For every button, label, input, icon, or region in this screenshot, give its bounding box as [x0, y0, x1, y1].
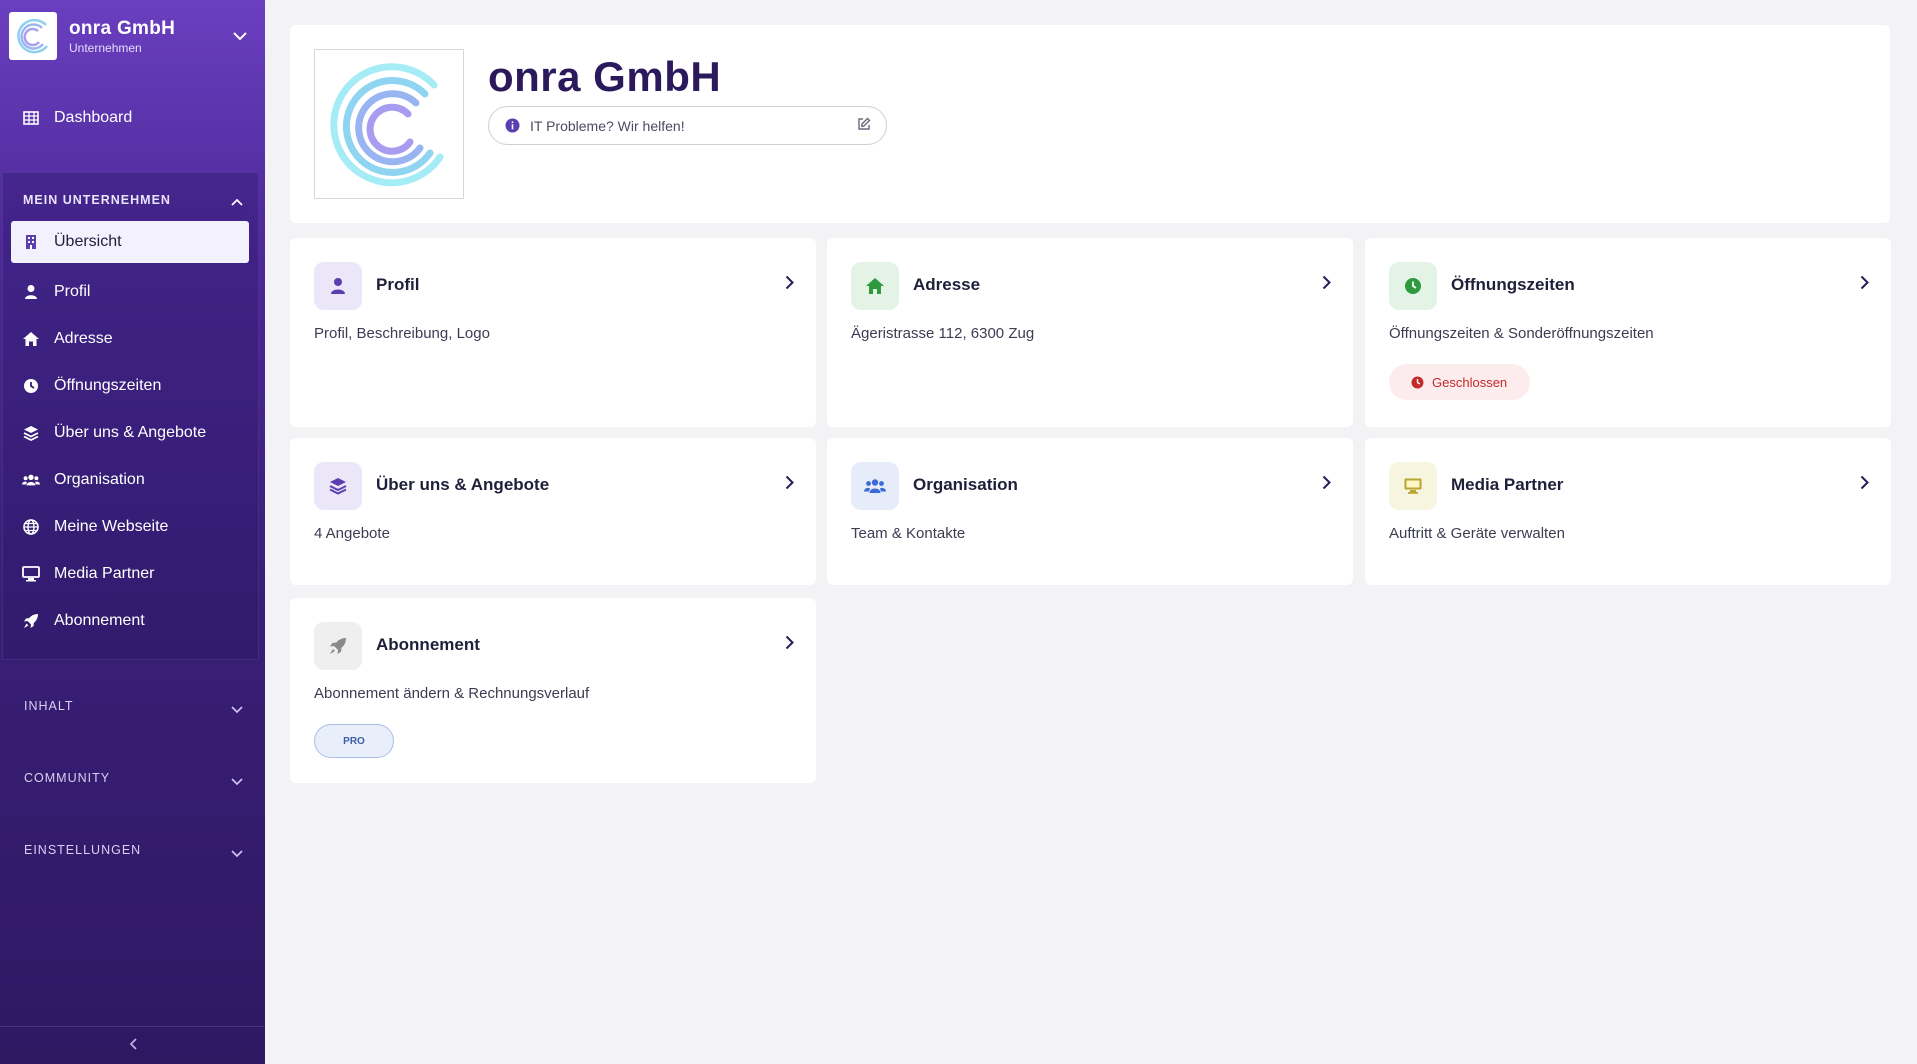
chevron-left-icon [129, 1037, 137, 1055]
tagline-text: IT Probleme? Wir helfen! [530, 117, 685, 134]
sidebar-collapse-button[interactable] [0, 1026, 265, 1064]
chevron-down-icon[interactable] [231, 845, 243, 863]
clock-icon [22, 377, 40, 395]
card-oeffnungszeiten[interactable]: Öffnungszeiten Öffnungszeiten & Sonderöf… [1365, 238, 1891, 427]
card-description: Öffnungszeiten & Sonderöffnungszeiten [1389, 325, 1654, 342]
clock-icon [1389, 262, 1437, 310]
sidebar-item-label: Öffnungszeiten [54, 376, 162, 394]
card-title: Öffnungszeiten [1451, 275, 1575, 294]
card-description: Team & Kontakte [851, 525, 966, 542]
company-header: onra GmbH IT Probleme? Wir helfen! [290, 25, 1890, 223]
chevron-down-icon[interactable] [231, 773, 243, 791]
section-einstellungen[interactable]: EINSTELLUNGEN [24, 843, 141, 857]
home-icon [22, 330, 40, 348]
monitor-icon [22, 565, 40, 583]
card-description: Auftritt & Geräte verwalten [1389, 525, 1565, 542]
sidebar-item-adresse[interactable]: Adresse [11, 315, 249, 362]
org-switcher[interactable]: onra GmbH Unternehmen [0, 0, 265, 72]
sidebar-item-organisation[interactable]: Organisation [11, 456, 249, 503]
card-description: Abonnement ändern & Rechnungsverlauf [314, 685, 590, 702]
card-organisation[interactable]: Organisation Team & Kontakte [827, 438, 1353, 585]
sidebar-item-uebersicht[interactable]: Übersicht [11, 221, 249, 263]
card-profil[interactable]: Profil Profil, Beschreibung, Logo [290, 238, 816, 427]
user-icon [314, 262, 362, 310]
sidebar: onra GmbH Unternehmen Dashboard MEIN UNT… [0, 0, 265, 1064]
sidebar-item-label: Dashboard [54, 109, 133, 126]
company-logo[interactable] [314, 49, 464, 199]
monitor-icon [1389, 462, 1437, 510]
sidebar-item-ueber-uns[interactable]: Über uns & Angebote [11, 409, 249, 456]
chevron-right-icon [1860, 475, 1869, 495]
chevron-up-icon[interactable] [231, 193, 243, 211]
card-ueber-uns[interactable]: Über uns & Angebote 4 Angebote [290, 438, 816, 585]
users-icon [22, 471, 40, 489]
sidebar-item-label: Übersicht [54, 233, 122, 250]
card-title: Profil [376, 275, 420, 294]
user-icon [22, 283, 40, 301]
sidebar-item-label: Organisation [54, 470, 145, 488]
sidebar-item-abonnement[interactable]: Abonnement [11, 597, 249, 644]
org-subtitle: Unternehmen [69, 40, 142, 55]
layers-icon [314, 462, 362, 510]
users-icon [851, 462, 899, 510]
rocket-icon [314, 622, 362, 670]
tagline-field[interactable]: IT Probleme? Wir helfen! [488, 106, 887, 145]
home-icon [851, 262, 899, 310]
org-logo [9, 12, 57, 60]
card-media-partner[interactable]: Media Partner Auftritt & Geräte verwalte… [1365, 438, 1891, 585]
status-badge-label: Geschlossen [1432, 374, 1508, 390]
card-title: Organisation [913, 475, 1018, 494]
sidebar-item-label: Meine Webseite [54, 517, 169, 535]
building-icon [22, 233, 40, 251]
rocket-icon [22, 612, 40, 630]
globe-icon [22, 518, 40, 536]
table-icon [22, 109, 40, 127]
chevron-right-icon [1322, 275, 1331, 295]
page-title: onra GmbH [488, 53, 722, 100]
sidebar-item-label: Abonnement [54, 611, 145, 629]
chevron-right-icon [785, 635, 794, 655]
chevron-down-icon[interactable] [233, 28, 247, 46]
info-icon [505, 118, 520, 133]
edit-icon[interactable] [857, 117, 871, 134]
chevron-right-icon [1322, 475, 1331, 495]
chevron-right-icon [1860, 275, 1869, 295]
sidebar-item-media-partner[interactable]: Media Partner [11, 550, 249, 597]
sidebar-item-oeffnungszeiten[interactable]: Öffnungszeiten [11, 362, 249, 409]
section-community[interactable]: COMMUNITY [24, 771, 110, 785]
status-badge: Geschlossen [1389, 364, 1530, 400]
nav-group-title[interactable]: MEIN UNTERNEHMEN [23, 193, 171, 207]
chevron-right-icon [785, 275, 794, 295]
card-description: Ägeristrasse 112, 6300 Zug [851, 325, 1035, 342]
card-title: Über uns & Angebote [376, 475, 550, 494]
sidebar-item-webseite[interactable]: Meine Webseite [11, 503, 249, 550]
chevron-down-icon[interactable] [231, 701, 243, 719]
sidebar-item-label: Adresse [54, 329, 113, 347]
layers-icon [22, 424, 40, 442]
sidebar-item-label: Profil [54, 282, 91, 300]
card-description: Profil, Beschreibung, Logo [314, 325, 490, 342]
org-name: onra GmbH [69, 17, 176, 39]
chevron-right-icon [785, 475, 794, 495]
card-title: Media Partner [1451, 475, 1564, 494]
clock-icon [1411, 376, 1424, 389]
card-adresse[interactable]: Adresse Ägeristrasse 112, 6300 Zug [827, 238, 1353, 427]
sidebar-item-label: Über uns & Angebote [54, 423, 207, 441]
card-abonnement[interactable]: Abonnement Abonnement ändern & Rechnungs… [290, 598, 816, 783]
card-description: 4 Angebote [314, 525, 390, 542]
sidebar-item-dashboard[interactable]: Dashboard [0, 100, 265, 136]
sidebar-item-profil[interactable]: Profil [11, 268, 249, 315]
sidebar-item-label: Media Partner [54, 564, 155, 582]
card-title: Adresse [913, 275, 981, 294]
plan-badge: PRO [314, 724, 394, 758]
section-inhalt[interactable]: INHALT [24, 699, 74, 713]
card-title: Abonnement [376, 635, 480, 654]
